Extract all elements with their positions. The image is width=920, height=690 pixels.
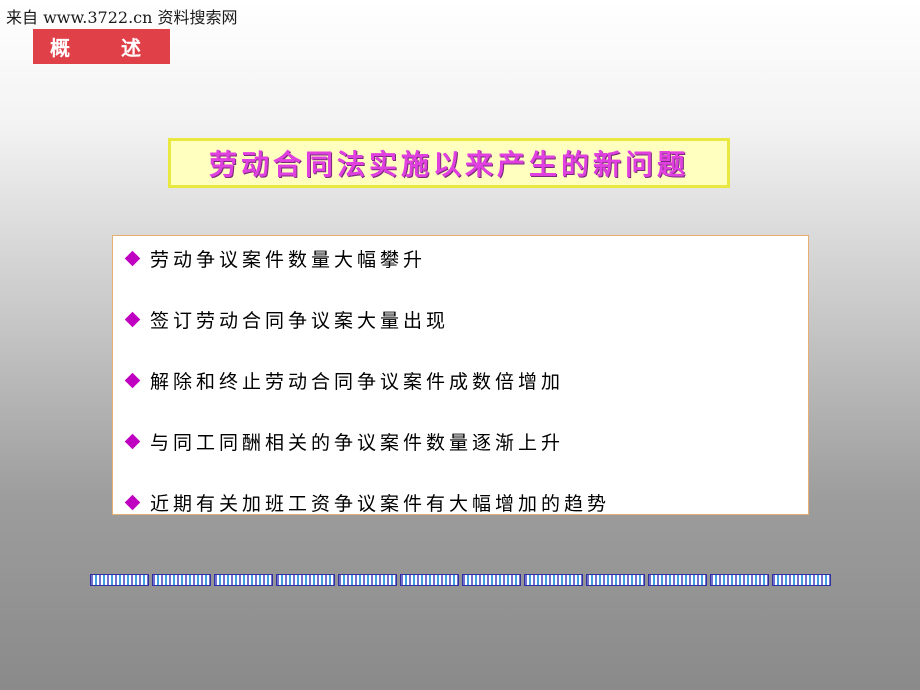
strip-segment — [152, 574, 211, 586]
list-item-text: 近期有关加班工资争议案件有大幅增加的趋势 — [150, 492, 611, 515]
strip-segment — [462, 574, 521, 586]
list-item: 签订劳动合同争议案大量出现 — [123, 304, 449, 334]
section-tab: 概 述 — [33, 29, 170, 64]
list-item: 解除和终止劳动合同争议案件成数倍增加 — [123, 365, 564, 395]
section-tab-label: 概 述 — [50, 36, 163, 60]
diamond-bullet-icon — [124, 433, 141, 449]
decorative-strip — [90, 574, 831, 586]
diamond-bullet-icon — [124, 372, 141, 388]
strip-segment — [276, 574, 335, 586]
diamond-bullet-icon — [124, 250, 141, 266]
list-item-text: 与同工同酬相关的争议案件数量逐渐上升 — [150, 431, 565, 454]
strip-segment — [524, 574, 583, 586]
list-item: 与同工同酬相关的争议案件数量逐渐上升 — [123, 426, 564, 456]
strip-segment — [710, 574, 769, 586]
strip-segment — [772, 574, 831, 586]
strip-segment — [400, 574, 459, 586]
title-box: 劳动合同法实施以来产生的新问题 — [168, 138, 730, 188]
slide-title: 劳动合同法实施以来产生的新问题 — [208, 148, 689, 181]
strip-segment — [90, 574, 149, 586]
bullet-list-box: 劳动争议案件数量大幅攀升 签订劳动合同争议案大量出现 解除和终止劳动合同争议案件… — [112, 235, 809, 515]
strip-segment — [338, 574, 397, 586]
list-item-text: 解除和终止劳动合同争议案件成数倍增加 — [150, 370, 565, 393]
diamond-bullet-icon — [124, 311, 141, 327]
strip-segment — [586, 574, 645, 586]
strip-segment — [648, 574, 707, 586]
list-item: 劳动争议案件数量大幅攀升 — [123, 243, 426, 273]
list-item: 近期有关加班工资争议案件有大幅增加的趋势 — [123, 487, 610, 517]
watermark-text: 来自 www.3722.cn 资料搜索网 — [6, 8, 238, 27]
diamond-bullet-icon — [124, 494, 141, 510]
list-item-text: 劳动争议案件数量大幅攀升 — [150, 248, 427, 271]
strip-segment — [214, 574, 273, 586]
list-item-text: 签订劳动合同争议案大量出现 — [150, 309, 450, 332]
